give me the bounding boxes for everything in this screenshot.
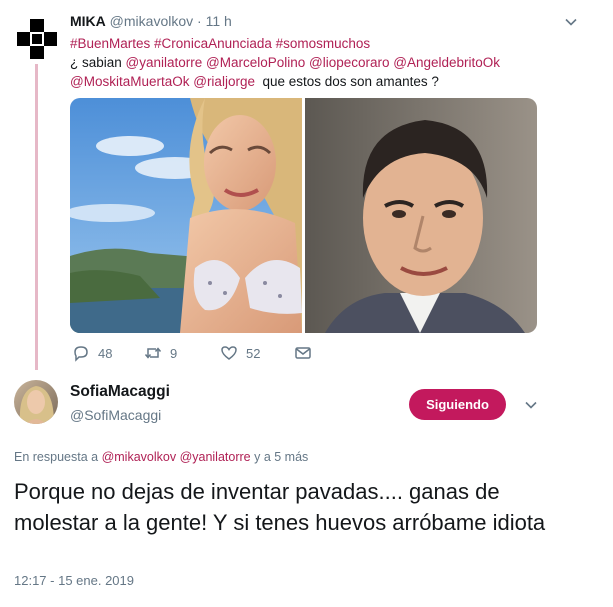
tweet-text-line: @MoskitaMuertaOk @rialjorge que estos do… — [70, 74, 439, 89]
replying-to: En respuesta a @mikavolkov @yanilatorre … — [14, 450, 308, 464]
avatar[interactable] — [14, 380, 58, 424]
tweet-text-line: #BuenMartes #CronicaAnunciada #somosmuch… — [70, 36, 370, 51]
tweet-header: MIKA @mikavolkov · 11 h — [70, 13, 232, 29]
author-name[interactable]: MIKA — [70, 13, 106, 29]
tweet-actions: 48 9 52 — [70, 344, 320, 368]
reply-author-handle[interactable]: @SofiMacaggi — [70, 407, 161, 423]
tweet-text: que estos dos son amantes ? — [262, 74, 439, 89]
tweet-media[interactable] — [70, 98, 537, 333]
replying-mentions[interactable]: @mikavolkov @yanilatorre — [102, 450, 251, 464]
reply-timestamp[interactable]: 12:17 - 15 ene. 2019 — [14, 573, 134, 588]
chevron-down-icon[interactable] — [525, 399, 537, 411]
separator: · — [197, 13, 202, 29]
photo-right[interactable] — [305, 98, 537, 333]
hashtags[interactable]: #BuenMartes #CronicaAnunciada #somosmuch… — [70, 36, 370, 51]
reply-action[interactable]: 48 — [72, 344, 112, 362]
like-action[interactable]: 52 — [220, 344, 260, 362]
retweet-icon[interactable] — [144, 344, 162, 362]
envelope-icon[interactable] — [294, 344, 312, 362]
retweet-count: 9 — [170, 345, 178, 361]
heart-icon[interactable] — [220, 344, 238, 362]
tweet-text-line: ¿ sabian @yanilatorre @MarceloPolino @li… — [70, 55, 500, 70]
photo-left[interactable] — [70, 98, 302, 333]
dm-action[interactable] — [294, 344, 312, 362]
reply-text: Porque no dejas de inventar pavadas.... … — [14, 479, 546, 535]
like-count: 52 — [246, 345, 261, 361]
replying-prefix: En respuesta a — [14, 450, 99, 464]
tweet-text: ¿ sabian — [70, 55, 122, 70]
reply-count: 48 — [98, 345, 113, 361]
tweet-time[interactable]: 11 h — [206, 13, 232, 29]
reply-icon[interactable] — [72, 344, 90, 362]
retweet-action[interactable]: 9 — [144, 344, 177, 362]
avatar[interactable] — [17, 19, 57, 59]
mentions[interactable]: @yanilatorre @MarceloPolino @liopecoraro… — [126, 55, 501, 70]
thread-connector — [35, 64, 38, 370]
following-button[interactable]: Siguiendo — [409, 389, 506, 420]
mentions[interactable]: @MoskitaMuertaOk @rialjorge — [70, 74, 255, 89]
author-handle[interactable]: @mikavolkov — [110, 13, 193, 29]
reply-author-name[interactable]: SofiaMacaggi — [70, 383, 170, 401]
replying-suffix[interactable]: y a 5 más — [254, 450, 308, 464]
chevron-down-icon[interactable] — [565, 16, 577, 28]
